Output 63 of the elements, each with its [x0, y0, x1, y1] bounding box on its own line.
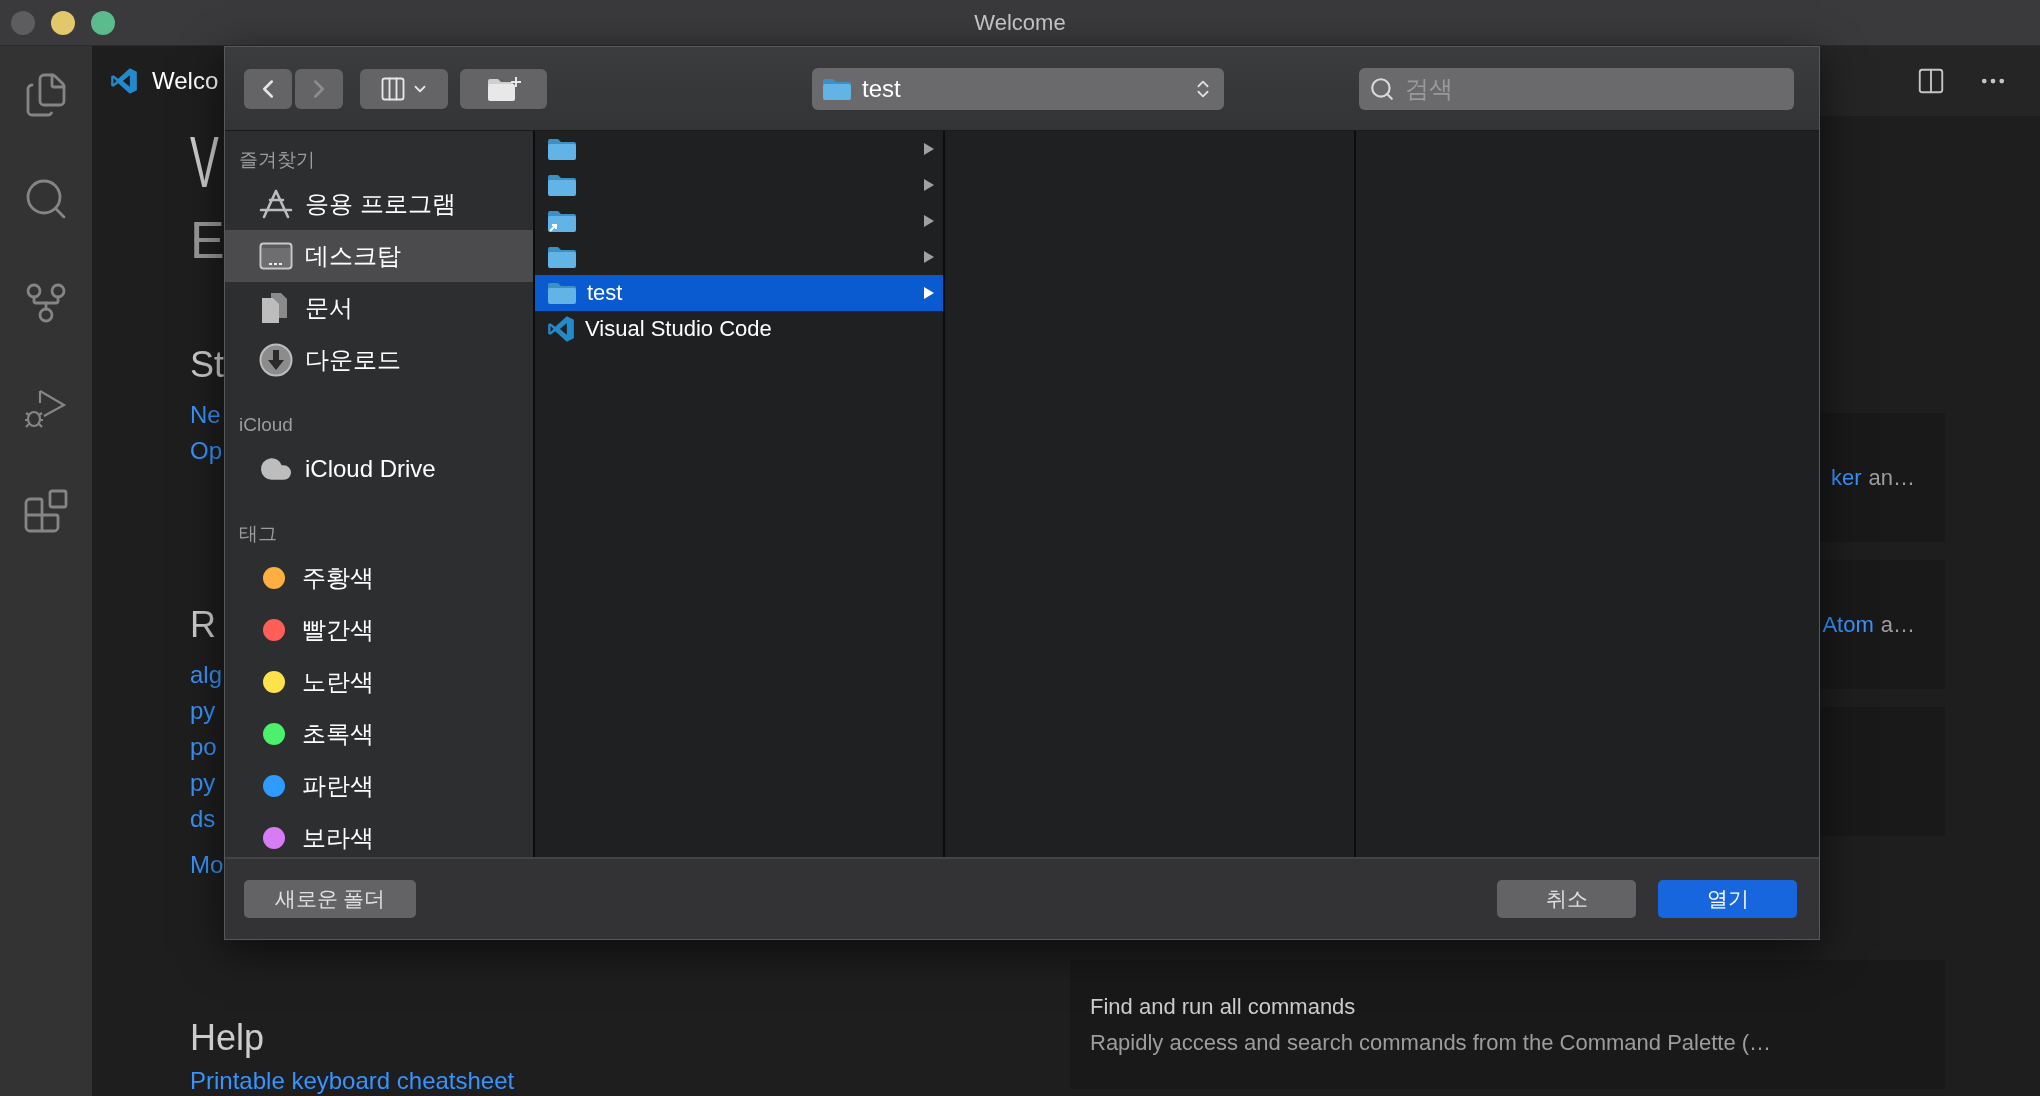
desktop-icon	[259, 242, 293, 270]
maximize-button[interactable]	[91, 10, 115, 35]
sidebar-item[interactable]: 응용 프로그램	[225, 178, 533, 230]
extensions-icon[interactable]	[22, 487, 70, 535]
card-link[interactable]: Atom	[1822, 611, 1874, 638]
split-editor-icon[interactable]	[1916, 66, 1946, 96]
sidebar-item[interactable]: 데스크탑	[225, 230, 533, 282]
card-text: Rapidly access and search commands from the Command Palette (…	[1090, 1029, 1772, 1056]
sidebar-item[interactable]: 주황색	[225, 552, 533, 604]
card-text: an…	[1868, 464, 1915, 491]
recent-link[interactable]: ds	[190, 801, 216, 837]
sidebar-section-title: 태그	[238, 522, 278, 546]
new-folder-button[interactable]: 새로운 폴더	[244, 880, 416, 918]
sidebar-section-title: iCloud	[238, 413, 294, 437]
sidebar-item[interactable]: 초록색	[225, 708, 533, 760]
section-heading: St	[190, 343, 224, 387]
card-title: Find and run all commands	[1090, 993, 1356, 1020]
app-logo-icon	[547, 315, 575, 343]
download-icon	[259, 343, 293, 377]
forward-button[interactable]	[295, 68, 343, 109]
search-icon	[1369, 75, 1395, 102]
card-link[interactable]: ker	[1830, 464, 1862, 491]
open-button[interactable]: 열기	[1658, 880, 1797, 918]
recent-link[interactable]: py	[190, 765, 216, 801]
sidebar-section-title: 즐겨찾기	[238, 148, 316, 172]
chevron-icon	[923, 178, 935, 192]
window-title: Welcome	[974, 9, 1066, 36]
help-link[interactable]: Printable keyboard cheatsheet	[190, 1066, 515, 1096]
sidebar-item[interactable]: 문서	[225, 282, 533, 334]
welcome-subtitle: E	[190, 210, 225, 270]
chevron-icon	[923, 214, 935, 228]
new-folder-icon-button[interactable]	[460, 68, 547, 109]
section-heading: Help	[190, 1016, 265, 1060]
start-link[interactable]: Ne	[190, 397, 221, 433]
sidebar-item[interactable]: 빨간색	[225, 604, 533, 656]
chevron-icon	[923, 250, 935, 264]
view-mode-button[interactable]	[360, 68, 448, 109]
sidebar-item[interactable]: 노란색	[225, 656, 533, 708]
file-row[interactable]: Visual Studio Code	[535, 311, 943, 347]
section-heading: R	[190, 603, 216, 647]
app-logo-icon	[110, 67, 138, 95]
sidebar-item[interactable]: 파란색	[225, 760, 533, 812]
sidebar-item[interactable]: 보라색	[225, 812, 533, 857]
recent-link[interactable]: po	[190, 729, 217, 765]
chevron-icon	[923, 142, 935, 156]
start-link[interactable]: Op	[190, 433, 222, 469]
card-text: a…	[1880, 611, 1915, 638]
minimize-button[interactable]	[51, 10, 75, 35]
cancel-button[interactable]: 취소	[1497, 880, 1636, 918]
folder-plus-icon	[486, 75, 521, 102]
back-button[interactable]	[244, 68, 292, 109]
folder-icon	[822, 76, 852, 101]
path-popup[interactable]: test	[812, 67, 1224, 110]
more-link[interactable]: Mo	[190, 847, 224, 883]
chevron-icon	[923, 286, 935, 300]
walkthrough-card[interactable]: Find and run all commands Rapidly access and search commands from the Command Palette (…	[1070, 960, 1945, 1089]
recent-link[interactable]: alg	[190, 657, 223, 693]
welcome-title: V	[190, 122, 219, 202]
apps-icon	[259, 189, 293, 219]
sidebar-item[interactable]: iCloud Drive	[225, 443, 533, 495]
file-row[interactable]: test	[535, 275, 943, 311]
recent-link[interactable]: py	[190, 693, 216, 729]
sidebar-item[interactable]: 다운로드	[225, 334, 533, 386]
